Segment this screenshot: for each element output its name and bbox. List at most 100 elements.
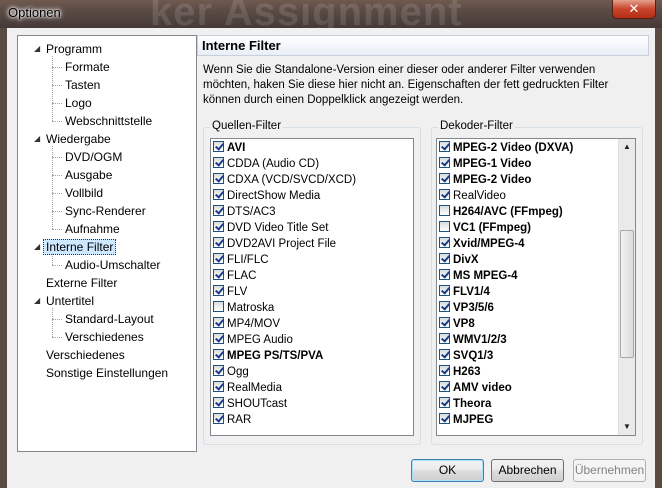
checkbox[interactable] — [213, 317, 224, 328]
checkbox[interactable] — [213, 285, 224, 296]
source-filter-item[interactable]: DVD2AVI Project File — [213, 236, 336, 252]
checkbox[interactable] — [439, 349, 450, 360]
checkbox[interactable] — [439, 173, 450, 184]
decoder-filter-item[interactable]: VP8 — [439, 316, 475, 332]
source-filter-item[interactable]: CDXA (VCD/SVCD/XCD) — [213, 172, 356, 188]
source-filter-item[interactable]: RAR — [213, 412, 251, 428]
cancel-button[interactable]: Abbrechen — [491, 459, 564, 482]
tree-item[interactable]: Logo — [65, 94, 92, 112]
checkbox[interactable] — [439, 221, 450, 232]
source-filter-item[interactable]: Matroska — [213, 300, 274, 316]
expand-arrow-icon[interactable]: ◢ — [34, 238, 40, 256]
decoder-filter-item[interactable]: RealVideo — [439, 188, 506, 204]
decoder-filter-item[interactable]: SVQ1/3 — [439, 348, 493, 364]
decoder-list-scrollbar[interactable]: ▲ ▼ — [618, 139, 635, 435]
source-filter-item[interactable]: MPEG Audio — [213, 332, 293, 348]
checkbox[interactable] — [213, 301, 224, 312]
checkbox[interactable] — [213, 413, 224, 424]
tree-item[interactable]: Sonstige Einstellungen — [46, 364, 168, 382]
checkbox[interactable] — [213, 205, 224, 216]
checkbox[interactable] — [213, 173, 224, 184]
decoder-filter-item[interactable]: VC1 (FFmpeg) — [439, 220, 531, 236]
decoder-filter-item[interactable]: MPEG-2 Video — [439, 172, 531, 188]
source-filter-item[interactable]: AVI — [213, 140, 245, 156]
source-filter-item[interactable]: Ogg — [213, 364, 249, 380]
tree-item[interactable]: ◢ Wiedergabe — [34, 130, 111, 148]
source-filter-item[interactable]: DirectShow Media — [213, 188, 320, 204]
decoder-filter-item[interactable]: MS MPEG-4 — [439, 268, 518, 284]
decoder-filter-item[interactable]: MPEG-2 Video (DXVA) — [439, 140, 573, 156]
tree-item[interactable]: Webschnittstelle — [65, 112, 152, 130]
tree-item[interactable]: Vollbild — [65, 184, 103, 202]
source-filter-item[interactable]: DTS/AC3 — [213, 204, 276, 220]
checkbox[interactable] — [439, 397, 450, 408]
decoder-filter-item[interactable]: Xvid/MPEG-4 — [439, 236, 525, 252]
checkbox[interactable] — [439, 301, 450, 312]
tree-item[interactable]: ◢ Programm — [34, 40, 102, 58]
checkbox[interactable] — [439, 189, 450, 200]
tree-item[interactable]: Tasten — [65, 76, 100, 94]
apply-button[interactable]: Übernehmen — [573, 459, 646, 482]
source-filter-item[interactable]: FLI/FLC — [213, 252, 269, 268]
decoder-filter-item[interactable]: VP3/5/6 — [439, 300, 494, 316]
tree-item[interactable]: Aufnahme — [65, 220, 120, 238]
expand-arrow-icon[interactable]: ◢ — [34, 292, 40, 310]
decoder-filter-item[interactable]: H264/AVC (FFmpeg) — [439, 204, 563, 220]
checkbox[interactable] — [439, 269, 450, 280]
decoder-filter-item[interactable]: AMV video — [439, 380, 512, 396]
checkbox[interactable] — [213, 221, 224, 232]
checkbox[interactable] — [439, 157, 450, 168]
checkbox[interactable] — [213, 381, 224, 392]
checkbox[interactable] — [439, 205, 450, 216]
expand-arrow-icon[interactable]: ◢ — [34, 40, 40, 58]
decoder-filter-item[interactable]: WMV1/2/3 — [439, 332, 507, 348]
source-filters-list[interactable]: AVI CDDA (Audio CD) CDXA (VCD/SVCD/XCD) Dir… — [210, 138, 414, 436]
checkbox[interactable] — [213, 237, 224, 248]
source-filter-item[interactable]: CDDA (Audio CD) — [213, 156, 319, 172]
checkbox[interactable] — [439, 365, 450, 376]
checkbox[interactable] — [213, 253, 224, 264]
tree-item[interactable]: Externe Filter — [46, 274, 117, 292]
checkbox[interactable] — [439, 253, 450, 264]
tree-item[interactable]: ◢ Untertitel — [34, 292, 94, 310]
scroll-down-icon[interactable]: ▼ — [619, 419, 635, 435]
tree-item[interactable]: Standard-Layout — [65, 310, 154, 328]
ok-button[interactable]: OK — [411, 459, 484, 482]
checkbox[interactable] — [439, 333, 450, 344]
checkbox[interactable] — [213, 365, 224, 376]
checkbox[interactable] — [439, 381, 450, 392]
checkbox[interactable] — [213, 333, 224, 344]
source-filter-item[interactable]: DVD Video Title Set — [213, 220, 328, 236]
checkbox[interactable] — [213, 189, 224, 200]
checkbox[interactable] — [213, 141, 224, 152]
decoder-filter-item[interactable]: Theora — [439, 396, 491, 412]
source-filter-item[interactable]: MPEG PS/TS/PVA — [213, 348, 323, 364]
source-filter-item[interactable]: SHOUTcast — [213, 396, 287, 412]
title-bar[interactable]: ker Assignment Optionen ✕ — [0, 0, 662, 28]
tree-item[interactable]: Ausgabe — [65, 166, 112, 184]
tree-item[interactable]: Audio-Umschalter — [65, 256, 160, 274]
decoder-filter-item[interactable]: FLV1/4 — [439, 284, 490, 300]
decoder-filter-item[interactable]: MPEG-1 Video — [439, 156, 531, 172]
checkbox[interactable] — [213, 397, 224, 408]
source-filter-item[interactable]: MP4/MOV — [213, 316, 280, 332]
source-filter-item[interactable]: FLAC — [213, 268, 256, 284]
checkbox[interactable] — [439, 285, 450, 296]
checkbox[interactable] — [439, 141, 450, 152]
tree-item[interactable]: ◢ Interne Filter — [34, 238, 117, 256]
close-button[interactable]: ✕ — [612, 0, 656, 19]
checkbox[interactable] — [213, 269, 224, 280]
decoder-filters-list[interactable]: ▲ ▼ MPEG-2 Video (DXVA) MPEG-1 Video MPEG-… — [436, 138, 636, 436]
options-tree[interactable]: ◢ Programm Formate Tasten Logo Webschnittstel… — [17, 35, 197, 452]
tree-item[interactable]: Formate — [65, 58, 110, 76]
source-filter-item[interactable]: RealMedia — [213, 380, 282, 396]
scroll-up-icon[interactable]: ▲ — [619, 139, 635, 155]
checkbox[interactable] — [439, 317, 450, 328]
tree-item[interactable]: Verschiedenes — [46, 346, 125, 364]
checkbox[interactable] — [439, 413, 450, 424]
tree-item[interactable]: DVD/OGM — [65, 148, 122, 166]
tree-item[interactable]: Verschiedenes — [65, 328, 144, 346]
checkbox[interactable] — [213, 157, 224, 168]
decoder-filter-item[interactable]: DivX — [439, 252, 479, 268]
checkbox[interactable] — [439, 237, 450, 248]
